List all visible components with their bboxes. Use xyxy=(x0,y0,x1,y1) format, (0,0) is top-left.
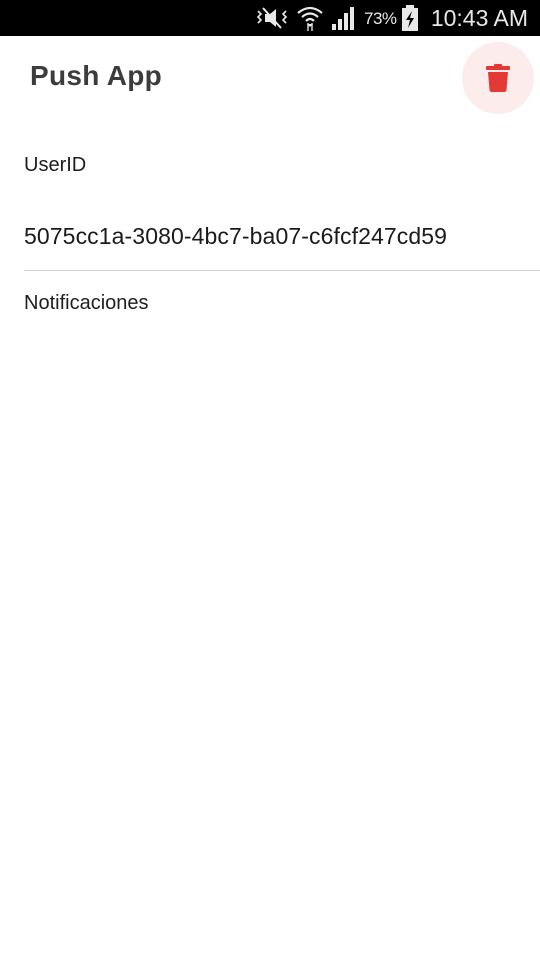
app-title: Push App xyxy=(30,60,163,91)
userid-label: UserID xyxy=(24,154,87,176)
battery-charging-icon xyxy=(401,5,419,31)
status-time: 10:43 AM xyxy=(430,5,528,31)
status-bar: 73% 10:43 AM xyxy=(0,0,540,36)
notifications-label: Notificaciones xyxy=(24,292,149,314)
delete-button[interactable] xyxy=(462,42,534,114)
app-bar: Push App xyxy=(0,36,540,120)
screen: 73% 10:43 AM Push App UserID 5075cc1a-30… xyxy=(0,0,540,960)
userid-value: 5075cc1a-3080-4bc7-ba07-c6fcf247cd59 xyxy=(24,223,448,249)
wifi-icon xyxy=(296,5,324,31)
userid-field[interactable]: 5075cc1a-3080-4bc7-ba07-c6fcf247cd59 xyxy=(24,202,540,271)
trash-icon xyxy=(486,64,510,92)
signal-icon xyxy=(331,5,357,31)
mute-icon xyxy=(254,5,290,31)
battery-percent: 73% xyxy=(364,9,397,28)
